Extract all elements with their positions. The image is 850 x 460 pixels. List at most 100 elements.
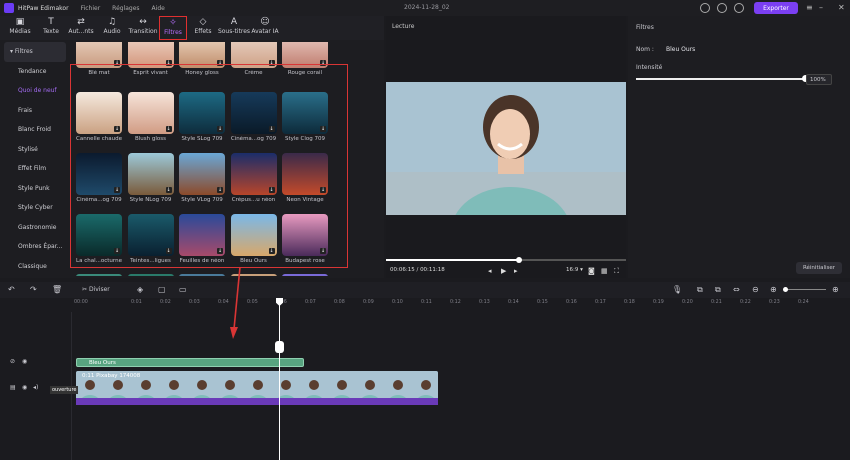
download-icon[interactable]: ↓ [114, 60, 120, 66]
feedback-icon[interactable] [700, 3, 710, 13]
gift-icon[interactable] [717, 3, 727, 13]
filter-card[interactable] [179, 274, 225, 276]
download-icon[interactable]: ↓ [165, 248, 172, 254]
download-icon[interactable]: ↓ [217, 187, 223, 193]
filter-card[interactable]: ↓ Rouge corail [282, 42, 328, 76]
category-item[interactable]: Ombres Épar... [4, 237, 66, 257]
magnet-icon[interactable]: ⧉ [715, 285, 721, 295]
filter-card[interactable] [127, 274, 174, 276]
play-icon[interactable]: ▶ [501, 267, 506, 275]
zoom-icon[interactable]: ▦ [601, 267, 608, 275]
comment-icon[interactable]: ▭ [179, 285, 187, 295]
menu-icon[interactable]: ≡ [806, 3, 813, 13]
download-icon[interactable]: ↓ [320, 126, 326, 132]
download-icon[interactable]: ↓ [268, 126, 275, 132]
filter-card[interactable]: ↓ Neon Vintage [282, 153, 328, 203]
download-icon[interactable]: ↓ [165, 126, 172, 132]
fit-icon[interactable]: ⊕ [832, 285, 839, 295]
category-item[interactable]: Classique [4, 257, 66, 277]
audio-track-icon[interactable]: ◂) [33, 384, 38, 391]
filter-card[interactable]: ↓ Bleu Ours [230, 214, 277, 264]
tool-effets[interactable]: ◇ Effets [189, 16, 217, 40]
next-frame-icon[interactable]: ▸ [514, 267, 518, 275]
intensity-input[interactable]: 100% [806, 74, 832, 85]
category-item[interactable]: Stylisé [4, 140, 66, 160]
zoom-out-icon[interactable]: ⊖ [752, 285, 759, 295]
prev-frame-icon[interactable]: ◂ [488, 267, 492, 275]
snapshot-icon[interactable]: ◙ [588, 267, 595, 275]
download-icon[interactable]: ↓ [217, 60, 223, 66]
reset-button[interactable]: Réinitialiser [796, 262, 842, 274]
split-button[interactable]: ✂ Diviser [82, 285, 110, 295]
visibility-icon[interactable]: ◉ [22, 358, 27, 365]
download-icon[interactable]: ↓ [268, 248, 275, 254]
download-icon[interactable]: ↓ [114, 248, 120, 254]
category-header[interactable]: ▾ Filtres [4, 42, 66, 62]
category-item[interactable]: Gastronomie [4, 218, 66, 238]
tool-auto-subtitles[interactable]: ⇄ Aut...nts [67, 16, 95, 40]
filter-card[interactable]: ↓ Cinéma...og 709 [230, 92, 277, 142]
menu-aide[interactable]: Aide [152, 5, 165, 12]
zoom-in-icon[interactable]: ⊕ [770, 285, 777, 295]
filter-card[interactable]: ↓ Style NLog 709 [127, 153, 174, 203]
filter-card[interactable]: ↓ Honey gloss [179, 42, 225, 76]
download-icon[interactable]: ↓ [320, 248, 326, 254]
category-item[interactable]: Style Punk [4, 179, 66, 199]
download-icon[interactable]: ↓ [320, 187, 326, 193]
aspect-ratio-select[interactable]: 16:9 ▾ [566, 267, 583, 273]
download-icon[interactable]: ↓ [114, 187, 120, 193]
category-item[interactable]: Effet Film [4, 159, 66, 179]
filter-card[interactable]: ↓ Crépus...u néon [230, 153, 277, 203]
download-icon[interactable]: ↓ [217, 126, 223, 132]
download-icon[interactable]: ↓ [268, 60, 275, 66]
filter-card[interactable]: ↓ Budapest rose [282, 214, 328, 264]
marker-icon[interactable]: ◈ [137, 285, 143, 295]
time-ruler[interactable]: 00:000:010:020:030:040:050:060:070:080:0… [72, 298, 850, 312]
text-track-icon[interactable]: ▢ [158, 285, 166, 295]
zoom-slider-knob[interactable] [783, 287, 788, 292]
menu-reglages[interactable]: Réglages [112, 5, 139, 12]
undo-icon[interactable]: ↶ [8, 285, 15, 295]
filter-card[interactable]: ↓ Style VLog 709 [179, 153, 225, 203]
download-icon[interactable]: ↓ [165, 60, 172, 66]
tool-texte[interactable]: T Texte [37, 16, 65, 40]
visibility-icon[interactable]: ◉ [22, 384, 27, 391]
close-icon[interactable]: ✕ [838, 3, 845, 13]
tool-transition[interactable]: ↔ Transition [128, 16, 158, 40]
filter-card[interactable]: ↓ Cannelle chaude [76, 92, 122, 142]
zoom-slider[interactable] [786, 289, 826, 290]
category-item[interactable]: Quoi de neuf [4, 81, 66, 101]
filter-card[interactable]: ↓ Esprit vivant [127, 42, 174, 76]
minimize-icon[interactable]: – [819, 3, 823, 13]
snap-icon[interactable]: ⇔ [733, 285, 740, 295]
download-icon[interactable]: ↓ [114, 126, 120, 132]
preview-scrubber[interactable] [386, 257, 626, 263]
tool-avatar-ia[interactable]: ☺ Avatar IA [250, 16, 280, 40]
filter-card[interactable]: ↓ Cinéma...og 709 [76, 153, 122, 203]
scrubber-knob[interactable] [516, 257, 522, 263]
filter-card[interactable]: ↓ Style SLog 709 [179, 92, 225, 142]
tool-sous-titres[interactable]: A Sous-titres [217, 16, 251, 40]
delete-icon[interactable]: 🗑 [52, 285, 62, 295]
category-item[interactable]: Frais [4, 101, 66, 121]
download-icon[interactable]: ↓ [165, 187, 172, 193]
filter-card[interactable]: ↓ Style Clog 709 [282, 92, 328, 142]
tool-filtres[interactable]: ✧ Filtres [159, 16, 187, 40]
cover-label[interactable]: ouverture [50, 386, 79, 394]
account-icon[interactable] [734, 3, 744, 13]
download-icon[interactable]: ↓ [217, 248, 223, 254]
playhead-split-handle[interactable] [275, 341, 284, 353]
fullscreen-icon[interactable]: ⛶ [614, 267, 619, 276]
video-frame[interactable] [386, 82, 626, 277]
filter-card[interactable]: ↓ Blé mat [76, 42, 122, 76]
tool-audio[interactable]: ♫ Audio [98, 16, 126, 40]
filter-card[interactable]: ↓ Crème [230, 42, 277, 76]
playhead[interactable] [279, 298, 280, 460]
tool-medias[interactable]: ▣ Médias [6, 16, 34, 40]
download-icon[interactable]: ↓ [268, 187, 275, 193]
category-item[interactable]: Tendance [4, 62, 66, 82]
filter-card[interactable]: ↓ Teintes...ligues [127, 214, 174, 264]
filter-card[interactable]: ↓ La chal...octurne [76, 214, 122, 264]
export-button[interactable]: Exporter [754, 2, 798, 14]
category-item[interactable]: Blanc Froid [4, 120, 66, 140]
